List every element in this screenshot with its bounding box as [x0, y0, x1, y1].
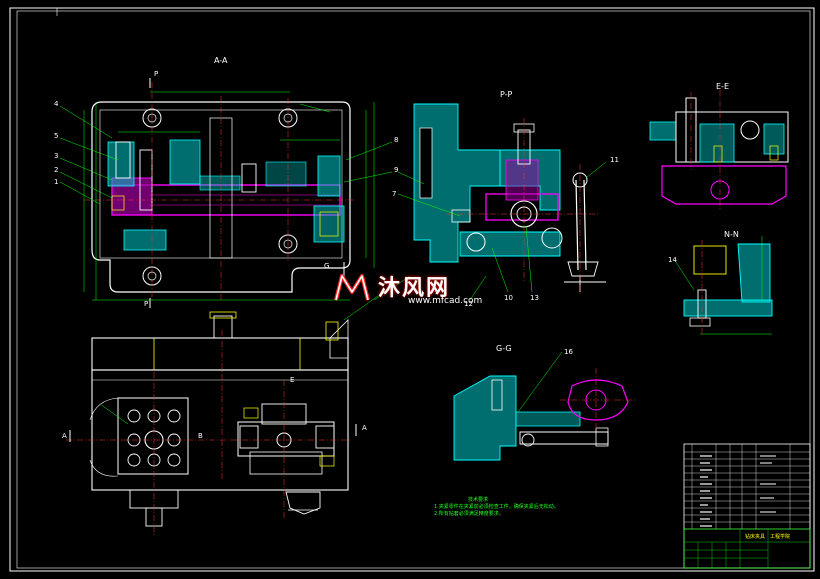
part-number: 2: [54, 166, 59, 174]
section-title-aa: A-A: [214, 56, 228, 65]
part-number: 12: [464, 300, 473, 308]
part-number: 3: [54, 152, 59, 160]
cut-mark-e: E: [290, 376, 295, 384]
part-number: 9: [394, 166, 399, 174]
drawing-name: 钻床夹具: [745, 534, 766, 540]
part-number: 5: [54, 132, 59, 140]
cut-mark-b: B: [198, 432, 203, 440]
part-number: 8: [394, 136, 399, 144]
notes-line-2: 2.所有钻套必须满足精度要求。: [434, 511, 504, 517]
section-title-gg: G-G: [496, 344, 512, 353]
part-number: 10: [504, 294, 513, 302]
view-nn: [675, 236, 773, 335]
title-block: [683, 443, 811, 569]
technical-notes: 技术要求 1.夹紧零件在夹紧前必须检查工件，确保夹紧后无松动。 2.所有钻套必须…: [434, 497, 559, 518]
section-title-pp: P-P: [500, 90, 513, 99]
cut-mark-a-right: A: [362, 424, 367, 432]
part-number: 13: [530, 294, 539, 302]
watermark-logo-icon: [334, 274, 370, 301]
notes-line-1: 1.夹紧零件在夹紧前必须检查工件，确保夹紧后无松动。: [434, 504, 559, 510]
cut-mark-p-bottom: P: [144, 300, 149, 308]
cut-mark-g: G: [324, 262, 330, 270]
part-number: 16: [564, 348, 573, 356]
part-number: 14: [668, 256, 677, 264]
part-number: 1: [54, 178, 59, 186]
view-front: [66, 295, 379, 536]
part-number: 7: [392, 190, 397, 198]
cut-mark-a-left: A: [62, 432, 67, 440]
section-title-nn: N-N: [724, 230, 739, 239]
company-name: 工程学院: [770, 534, 791, 540]
part-number: 4: [54, 100, 59, 108]
notes-title: 技术要求: [468, 497, 489, 503]
section-title-ee: E-E: [716, 82, 729, 91]
view-ee: [649, 90, 789, 210]
part-number: 11: [610, 156, 619, 164]
cut-mark-p-top: P: [154, 70, 159, 78]
view-gg: [453, 351, 636, 461]
